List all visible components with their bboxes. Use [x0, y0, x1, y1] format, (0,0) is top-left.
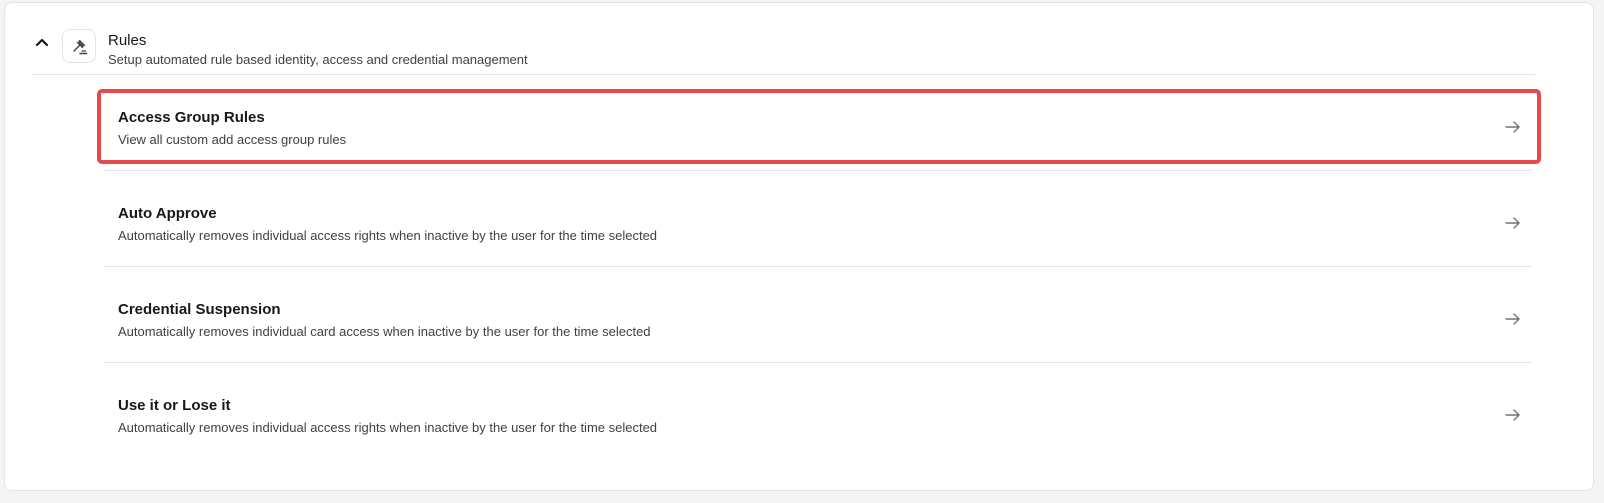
section-subtitle: Setup automated rule based identity, acc… [108, 52, 528, 67]
gavel-icon [62, 29, 96, 63]
rule-description: Automatically removes individual card ac… [118, 324, 651, 339]
rule-description: View all custom add access group rules [118, 132, 347, 147]
rules-card: Rules Setup automated rule based identit… [4, 2, 1594, 491]
rule-row-access-group-rules[interactable]: Access Group Rules View all custom add a… [104, 75, 1532, 171]
rule-title: Use it or Lose it [118, 397, 231, 414]
rules-section-header[interactable]: Rules Setup automated rule based identit… [31, 27, 1535, 75]
section-title: Rules [108, 32, 147, 49]
rule-description: Automatically removes individual access … [118, 420, 658, 435]
rule-row-use-it-or-lose-it[interactable]: Use it or Lose it Automatically removes … [104, 363, 1532, 459]
rule-row-credential-suspension[interactable]: Credential Suspension Automatically remo… [104, 267, 1532, 363]
arrow-right-icon[interactable] [1504, 406, 1522, 424]
rule-title: Access Group Rules [118, 109, 265, 126]
chevron-up-icon[interactable] [33, 33, 51, 51]
rule-description: Automatically removes individual access … [118, 228, 658, 243]
rule-title: Credential Suspension [118, 301, 281, 318]
rule-title: Auto Approve [118, 205, 217, 222]
rule-row-auto-approve[interactable]: Auto Approve Automatically removes indiv… [104, 171, 1532, 267]
arrow-right-icon[interactable] [1504, 214, 1522, 232]
arrow-right-icon[interactable] [1504, 118, 1522, 136]
arrow-right-icon[interactable] [1504, 310, 1522, 328]
